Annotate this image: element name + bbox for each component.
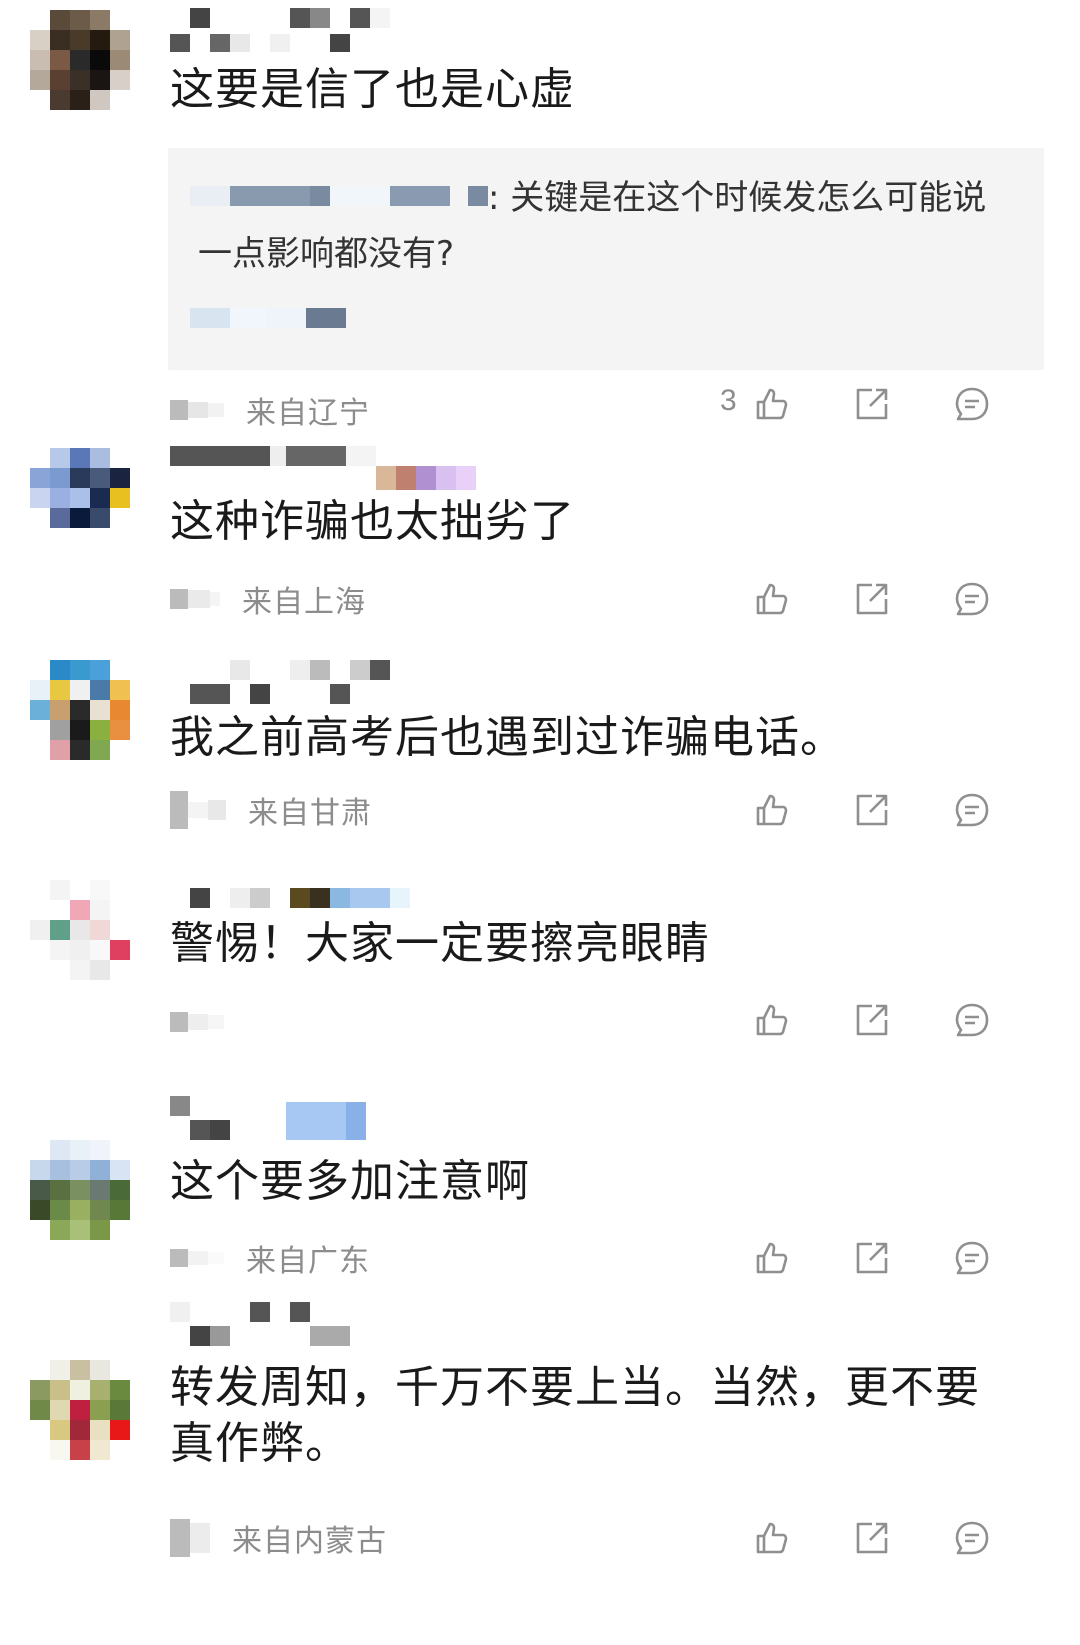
- comment-icon: [955, 793, 989, 827]
- share-icon: [856, 794, 888, 826]
- avatar[interactable]: [30, 448, 130, 548]
- username[interactable]: [170, 1096, 366, 1140]
- avatar[interactable]: [30, 1140, 130, 1240]
- location-label: 来自甘肃: [248, 796, 372, 831]
- comment-icon: [955, 387, 989, 421]
- thumbs-up-icon: [756, 388, 788, 420]
- thumbs-up-icon: [756, 583, 788, 615]
- reply-button[interactable]: [950, 577, 994, 621]
- share-button[interactable]: [850, 1236, 894, 1280]
- comment-meta: 来自辽宁: [170, 390, 370, 431]
- comment-meta: 来自甘肃: [170, 790, 372, 831]
- like-button[interactable]: [750, 1516, 794, 1560]
- comment-text: 警惕！大家一定要擦亮眼睛: [170, 918, 710, 969]
- like-button[interactable]: [750, 788, 794, 832]
- avatar[interactable]: [30, 880, 130, 980]
- quoted-text: : 关键是在这个时候发怎么可能说一点影响都没有?: [198, 178, 987, 274]
- reply-button[interactable]: [950, 1516, 994, 1560]
- timestamp: [170, 1002, 224, 1042]
- username[interactable]: [170, 8, 390, 52]
- share-button[interactable]: [850, 577, 894, 621]
- comment-actions: [750, 577, 1050, 621]
- like-button[interactable]: [750, 998, 794, 1042]
- reply-button[interactable]: [950, 1236, 994, 1280]
- thumbs-up-icon: [756, 1242, 788, 1274]
- quoted-reply[interactable]: : 关键是在这个时候发怎么可能说一点影响都没有?: [168, 148, 1044, 370]
- comment-text: 我之前高考后也遇到过诈骗电话。: [170, 712, 845, 763]
- username[interactable]: [170, 446, 476, 490]
- comment-text: 这个要多加注意啊: [170, 1156, 530, 1207]
- share-icon: [856, 583, 888, 615]
- share-button[interactable]: [850, 382, 894, 426]
- timestamp: [170, 1518, 210, 1558]
- share-icon: [856, 1522, 888, 1554]
- comment-meta: 来自内蒙古: [170, 1518, 387, 1559]
- timestamp: [170, 390, 224, 430]
- share-icon: [856, 1004, 888, 1036]
- like-button[interactable]: [750, 382, 794, 426]
- comment-icon: [955, 1241, 989, 1275]
- share-button[interactable]: [850, 788, 894, 832]
- avatar[interactable]: [30, 660, 130, 760]
- share-icon: [856, 1242, 888, 1274]
- comment-actions: [750, 1516, 1050, 1560]
- thumbs-up-icon: [756, 1004, 788, 1036]
- comment-icon: [955, 582, 989, 616]
- like-count: 3: [720, 384, 737, 417]
- timestamp: [170, 579, 220, 619]
- comment-actions: 3: [720, 382, 1050, 426]
- comment-actions: [750, 998, 1050, 1042]
- comment-text: 转发周知，千万不要上当。当然，更不要真作弊。: [170, 1362, 980, 1469]
- location-label: 来自上海: [242, 585, 366, 620]
- location-label: 来自内蒙古: [232, 1524, 387, 1559]
- username[interactable]: [170, 1302, 350, 1346]
- reply-button[interactable]: [950, 788, 994, 832]
- comment-meta: [170, 1002, 246, 1042]
- share-button[interactable]: [850, 998, 894, 1042]
- like-button[interactable]: [750, 1236, 794, 1280]
- share-icon: [856, 388, 888, 420]
- quoted-meta: [190, 308, 346, 328]
- comment-meta: 来自广东: [170, 1238, 370, 1279]
- timestamp: [170, 1238, 224, 1278]
- reply-button[interactable]: [950, 382, 994, 426]
- username[interactable]: [170, 864, 410, 908]
- thumbs-up-icon: [756, 1522, 788, 1554]
- comment-meta: 来自上海: [170, 579, 366, 620]
- comment-actions: [750, 788, 1050, 832]
- location-label: 来自辽宁: [246, 396, 370, 431]
- reply-button[interactable]: [950, 998, 994, 1042]
- avatar[interactable]: [30, 10, 130, 110]
- avatar[interactable]: [30, 1360, 130, 1460]
- username[interactable]: [170, 660, 390, 704]
- comment-icon: [955, 1521, 989, 1555]
- share-button[interactable]: [850, 1516, 894, 1560]
- comment-text: 这种诈骗也太拙劣了: [170, 496, 575, 547]
- comment-actions: [750, 1236, 1050, 1280]
- like-button[interactable]: [750, 577, 794, 621]
- comment-icon: [955, 1003, 989, 1037]
- location-label: 来自广东: [246, 1244, 370, 1279]
- timestamp: [170, 790, 226, 830]
- thumbs-up-icon: [756, 794, 788, 826]
- comment-text: 这要是信了也是心虚: [170, 64, 575, 115]
